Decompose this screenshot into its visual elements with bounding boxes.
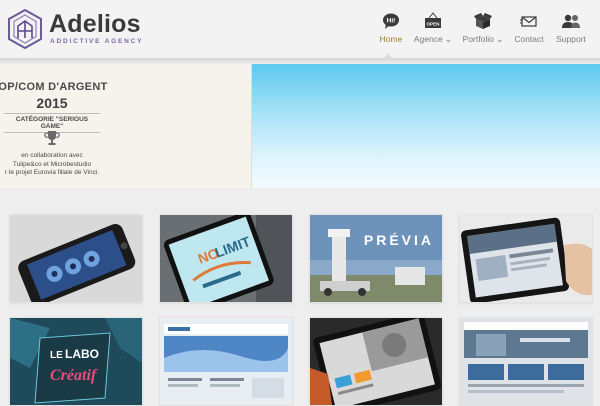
portfolio-tile-phone-app[interactable] <box>9 214 143 303</box>
collab-line-3: r le projet Eurovia filiale de Vinci. <box>4 169 100 176</box>
box-icon <box>474 13 492 29</box>
site-header: Adelios ADDICTIVE AGENCY Hi! Home OPEN A… <box>0 0 600 59</box>
hi-bubble-text: Hi! <box>387 18 396 25</box>
phone-app-thumbnail <box>10 215 142 302</box>
nav-contact-label: Contact <box>514 34 544 44</box>
tablet-photo-thumbnail <box>310 318 442 405</box>
mail-icon <box>520 16 537 27</box>
labo-text-creatif: Créatif <box>50 367 98 384</box>
labo-text-labo: LABO <box>65 347 99 361</box>
website-sky-thumbnail <box>160 318 292 405</box>
portfolio-grid: NO LIMIT PRÉVIA LE LABO Créatif <box>0 190 600 406</box>
portfolio-tile-no-limit[interactable]: NO LIMIT <box>159 214 293 303</box>
portfolio-tile-previa[interactable]: PRÉVIA <box>309 214 443 303</box>
nav-support[interactable]: Support <box>554 12 588 56</box>
nav-portfolio[interactable]: Portfolio ⌄ <box>462 12 504 56</box>
trophy-icon <box>44 131 60 145</box>
previa-thumbnail <box>310 215 442 302</box>
website-bank-thumbnail <box>460 318 592 405</box>
award-year: 2015 <box>36 95 68 111</box>
tablet-site-thumbnail <box>460 215 592 302</box>
brand-name[interactable]: Adelios <box>49 11 141 37</box>
people-icon <box>562 14 580 28</box>
nav-home[interactable]: Hi! Home <box>372 12 410 56</box>
brand-tagline: ADDICTIVE AGENCY <box>50 38 144 45</box>
no-limit-thumbnail: NO LIMIT <box>160 215 292 302</box>
portfolio-tile-tablet-photo[interactable] <box>309 317 443 406</box>
hero-banner[interactable]: OP/COM D'ARGENT 2015 CATÉGORIE "SERIOUS … <box>0 64 600 188</box>
collab-line-1: en collaboration avec <box>21 152 83 159</box>
portfolio-tile-website-sky[interactable] <box>159 317 293 406</box>
nav-agence[interactable]: OPEN Agence ⌄ <box>413 12 453 56</box>
nav-contact[interactable]: Contact <box>512 12 546 56</box>
nav-support-label: Support <box>556 34 586 44</box>
award-collaboration: en collaboration avec Tulipe&co et Micro… <box>0 152 104 178</box>
award-panel: OP/COM D'ARGENT 2015 CATÉGORIE "SERIOUS … <box>0 64 252 188</box>
collab-line-2: Tulipe&co et Microbestudio <box>12 160 92 168</box>
previa-caption: PRÉVIA <box>363 232 434 248</box>
portfolio-tile-tablet-site[interactable] <box>459 214 593 303</box>
nav-agence-label: Agence ⌄ <box>413 34 453 44</box>
nav-home-label: Home <box>379 34 403 44</box>
portfolio-tile-labo-creatif[interactable]: LE LABO Créatif <box>9 317 143 406</box>
adelios-logo-icon[interactable] <box>8 9 42 49</box>
award-title: OP/COM D'ARGENT <box>0 81 108 93</box>
labo-text-le: LE <box>50 350 63 361</box>
active-nav-indicator <box>384 53 392 58</box>
nav-portfolio-label: Portfolio ⌄ <box>462 34 504 44</box>
open-sign-text: OPEN <box>426 21 440 26</box>
hi-bubble-icon: Hi! <box>383 13 399 29</box>
labo-creatif-thumbnail: LE LABO Créatif <box>10 318 142 405</box>
portfolio-tile-website-bank[interactable] <box>459 317 593 406</box>
open-sign-icon: OPEN <box>425 12 441 28</box>
